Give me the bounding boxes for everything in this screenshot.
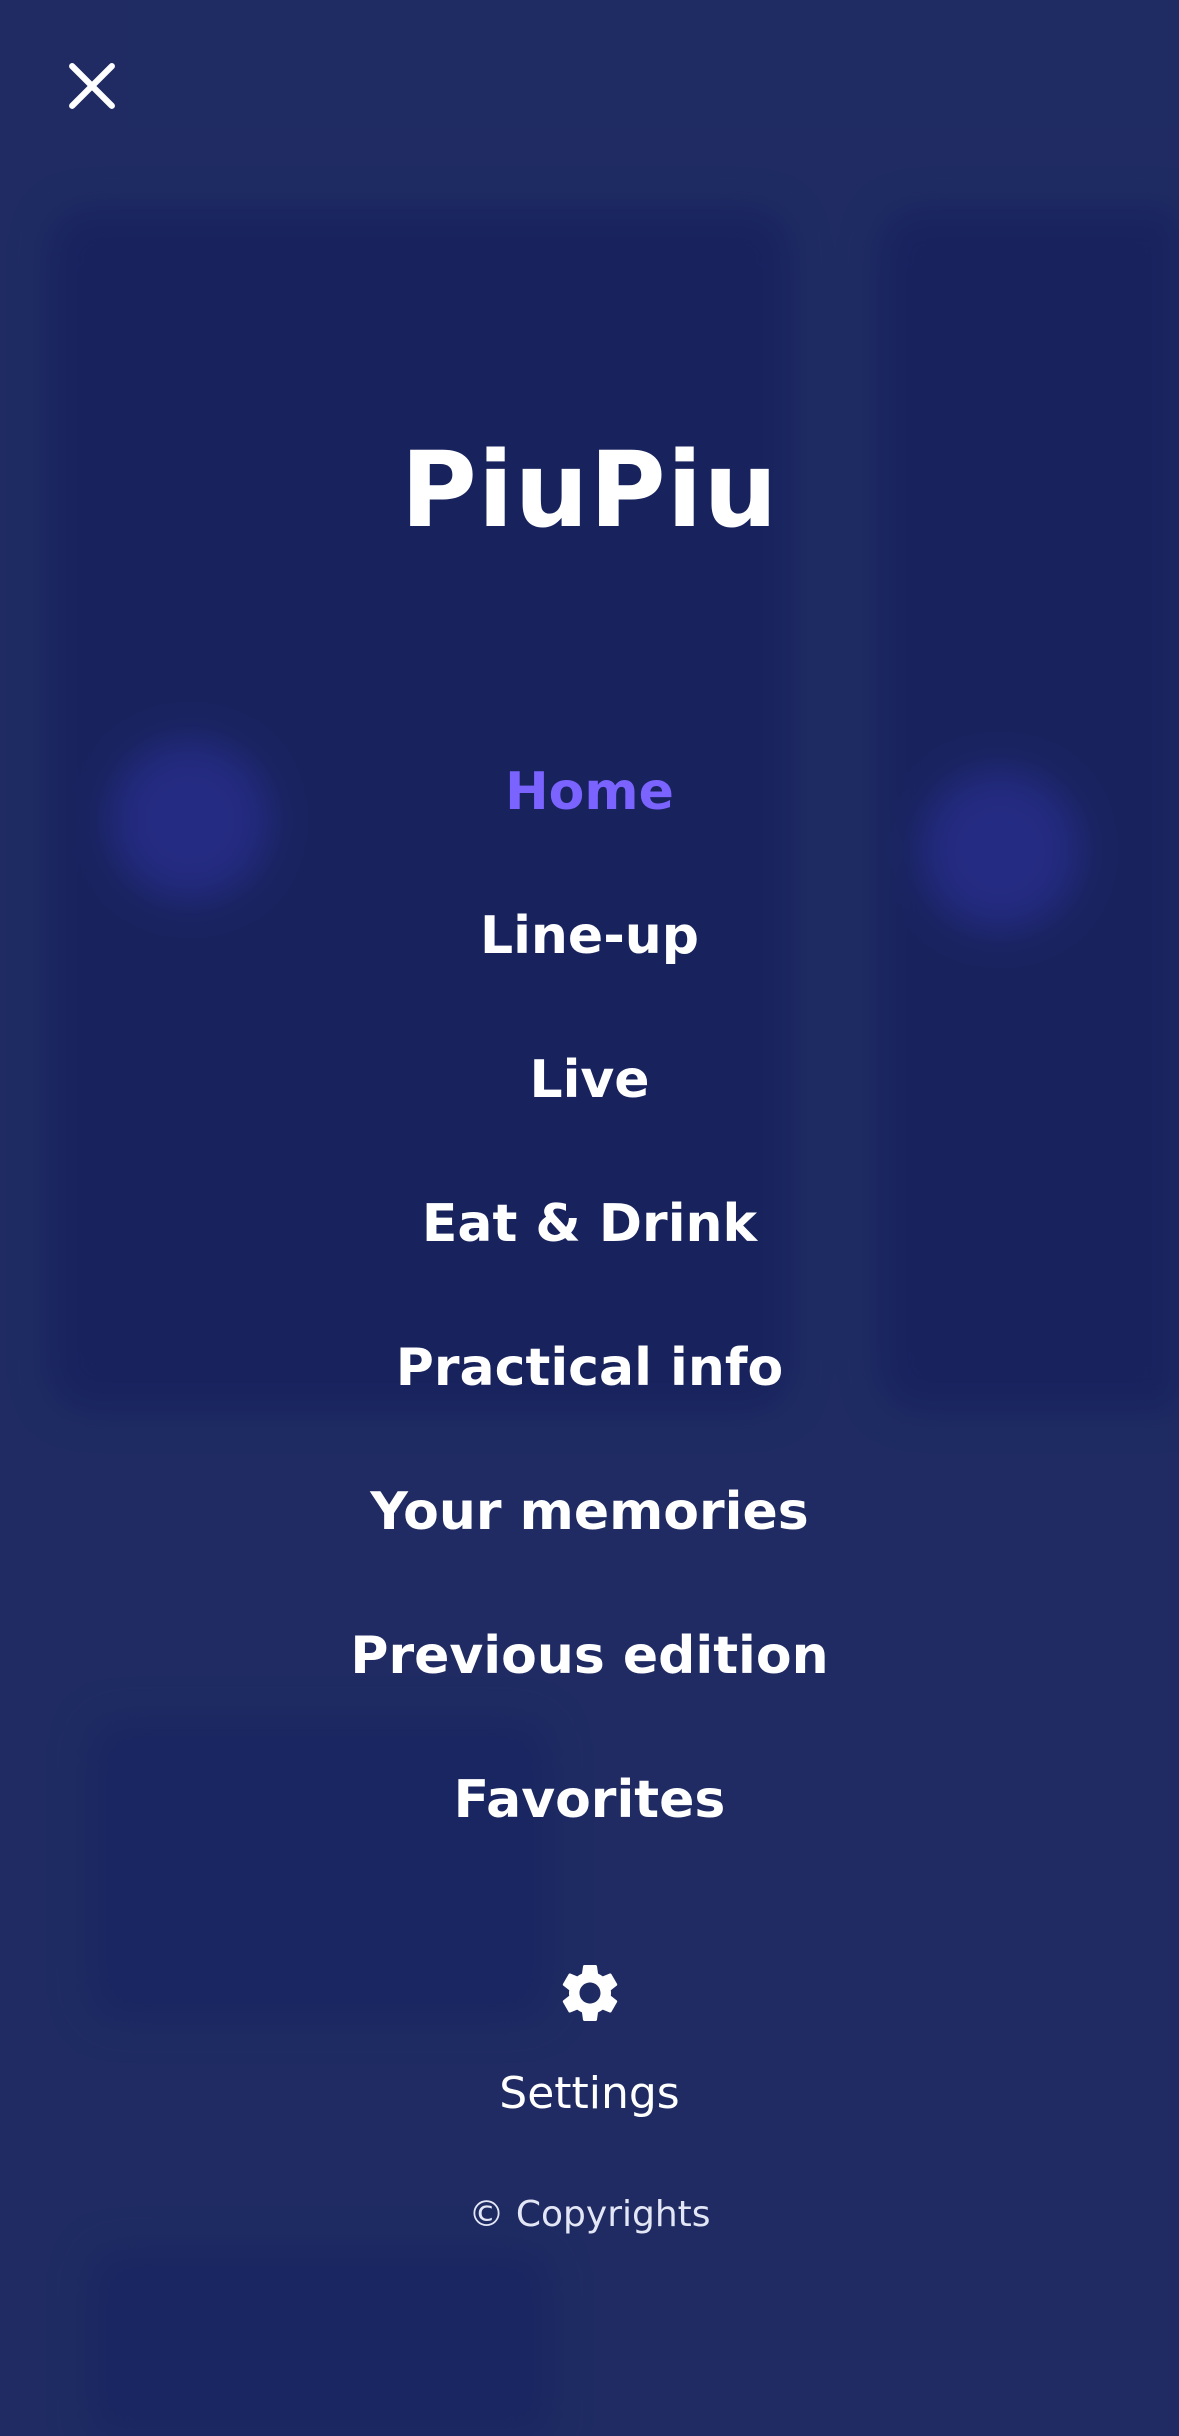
menu-item-live[interactable]: Live: [0, 1008, 1179, 1152]
menu-item-practical-info[interactable]: Practical info: [0, 1296, 1179, 1440]
main-menu: Home Line-up Live Eat & Drink Practical …: [0, 720, 1179, 1872]
close-button[interactable]: [58, 52, 126, 120]
menu-item-previous-edition[interactable]: Previous edition: [0, 1584, 1179, 1728]
menu-item-favorites[interactable]: Favorites: [0, 1728, 1179, 1872]
copyright-text: © Copyrights: [468, 2194, 711, 2235]
menu-item-your-memories[interactable]: Your memories: [0, 1440, 1179, 1584]
app-title: PiuPiu: [400, 429, 779, 551]
close-icon: [69, 63, 115, 109]
settings-button[interactable]: [555, 1958, 625, 2028]
settings-label[interactable]: Settings: [0, 2064, 1179, 2124]
menu-item-line-up[interactable]: Line-up: [0, 864, 1179, 1008]
gear-icon: [562, 1965, 618, 2021]
menu-item-eat-drink[interactable]: Eat & Drink: [0, 1152, 1179, 1296]
menu-item-home[interactable]: Home: [0, 720, 1179, 864]
